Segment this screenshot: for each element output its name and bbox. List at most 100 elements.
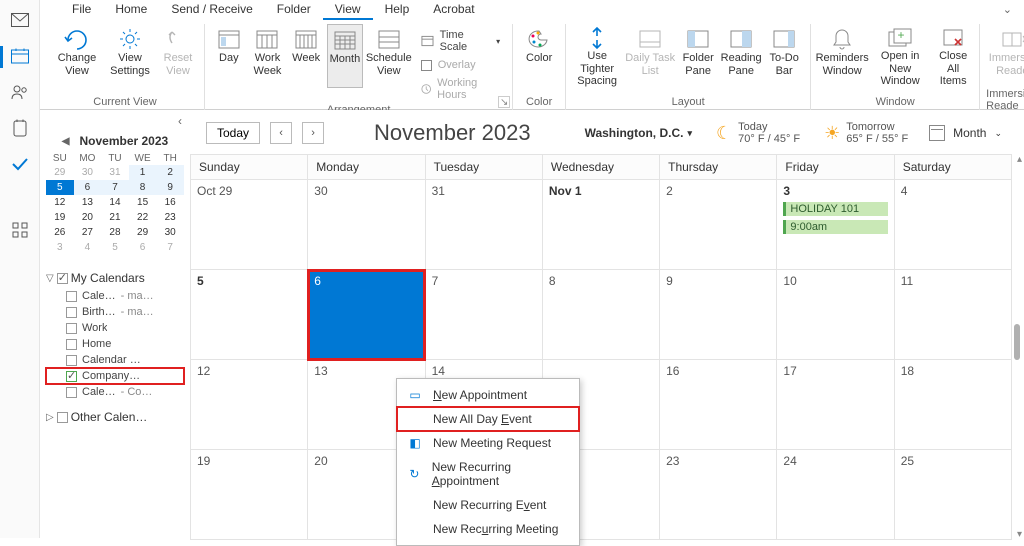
folder-pane-button[interactable]: Folder Pane xyxy=(678,24,718,88)
nav-collapse-icon[interactable]: ‹ xyxy=(178,114,182,128)
menu-acrobat[interactable]: Acrobat xyxy=(421,0,486,20)
day-cell[interactable]: 5 xyxy=(191,270,308,360)
menu-file[interactable]: File xyxy=(60,0,103,20)
next-period-button[interactable]: › xyxy=(302,122,324,144)
close-all-items-button[interactable]: Close All Items xyxy=(933,24,973,88)
month-grid[interactable]: SundayMondayTuesdayWednesdayThursdayFrid… xyxy=(190,154,1012,540)
context-menu-item[interactable]: New All Day Event xyxy=(397,407,579,431)
context-menu-item[interactable]: ↻New Recurring Appointment xyxy=(397,455,579,493)
calendar-list-item[interactable]: Work xyxy=(46,320,184,336)
date-navigator[interactable]: SUMOTUWETH293031125678912131415161920212… xyxy=(46,152,184,255)
mail-icon[interactable] xyxy=(11,12,29,28)
more-apps-icon[interactable] xyxy=(11,222,29,238)
tasks-icon[interactable] xyxy=(11,156,29,172)
menu-home[interactable]: Home xyxy=(103,0,159,20)
day-cell[interactable]: 18 xyxy=(894,360,1011,450)
day-cell[interactable]: 6 xyxy=(308,270,425,360)
context-menu-item[interactable]: ◧New Meeting Request xyxy=(397,431,579,455)
reading-pane-button[interactable]: Reading Pane xyxy=(721,24,761,88)
calendar-view: Today ‹ › November 2023 Washington, D.C.… xyxy=(190,110,1012,538)
today-button[interactable]: Today xyxy=(206,122,260,144)
day-cell[interactable]: 7 xyxy=(425,270,542,360)
date-nav-title: November 2023 xyxy=(79,134,168,148)
open-new-window-button[interactable]: +Open in New Window xyxy=(870,24,930,88)
prev-period-button[interactable]: ‹ xyxy=(270,122,292,144)
context-menu-item[interactable]: New Recurring Meeting xyxy=(397,517,579,541)
day-cell[interactable]: 9 xyxy=(660,270,777,360)
menu-view[interactable]: View xyxy=(323,0,373,20)
todo-bar-button[interactable]: To-Do Bar xyxy=(764,24,804,88)
calendar-list-item[interactable]: Cale… - Co… xyxy=(46,384,184,400)
day-cell[interactable]: 19 xyxy=(191,450,308,540)
day-cell[interactable]: 17 xyxy=(777,360,894,450)
day-cell[interactable]: 10 xyxy=(777,270,894,360)
other-calendars-header[interactable]: ▷Other Calen… xyxy=(46,410,184,424)
calendar-icon[interactable] xyxy=(11,48,29,64)
tighter-spacing-button[interactable]: Use Tighter Spacing xyxy=(572,24,622,88)
calendar-list-item[interactable]: Birth… - ma… xyxy=(46,304,184,320)
group-label-current-view: Current View xyxy=(93,96,156,108)
day-cell[interactable]: 11 xyxy=(894,270,1011,360)
week-button[interactable]: Week xyxy=(288,24,324,88)
moon-icon: ☾ xyxy=(716,123,732,144)
nav-pane: ‹ ◀ November 2023 SUMOTUWETH293031125678… xyxy=(40,110,190,538)
scroll-down-icon[interactable]: ▾ xyxy=(1017,529,1022,540)
daily-task-list-button: Daily Task List xyxy=(625,24,675,88)
context-menu-item[interactable]: ▭New Appointment xyxy=(397,383,579,407)
calendar-list-item[interactable]: Cale… - ma… xyxy=(46,288,184,304)
day-cell[interactable]: 16 xyxy=(660,360,777,450)
day-cell[interactable]: Nov 1 xyxy=(542,180,659,270)
menu-sendreceive[interactable]: Send / Receive xyxy=(159,0,264,20)
menu-folder[interactable]: Folder xyxy=(265,0,323,20)
calendar-list-item[interactable]: Home xyxy=(46,336,184,352)
day-cell[interactable]: 25 xyxy=(894,450,1011,540)
day-cell[interactable]: 31 xyxy=(425,180,542,270)
calendar-list-item[interactable]: Company… xyxy=(46,368,184,384)
view-switcher[interactable]: Month⌄ xyxy=(929,125,1002,141)
day-cell[interactable]: 30 xyxy=(308,180,425,270)
reset-view-button: Reset View xyxy=(158,24,198,88)
day-cell[interactable]: 2 xyxy=(660,180,777,270)
immersive-reader-button: Immersive Reader xyxy=(986,24,1024,88)
color-button[interactable]: Color xyxy=(519,24,559,88)
reminders-window-button[interactable]: Reminders Window xyxy=(817,24,867,88)
scrollbar-thumb[interactable] xyxy=(1014,324,1020,360)
scroll-up-icon[interactable]: ▴ xyxy=(1017,154,1022,165)
menu-help[interactable]: Help xyxy=(373,0,422,20)
ribbon-collapse-icon[interactable]: ⌄ xyxy=(1003,0,1012,20)
calendar-event[interactable]: HOLIDAY 101 xyxy=(783,202,887,216)
day-cell[interactable]: 24 xyxy=(777,450,894,540)
work-week-button[interactable]: Work Week xyxy=(250,24,286,88)
month-button[interactable]: Month xyxy=(327,24,363,88)
schedule-view-button[interactable]: Schedule View xyxy=(366,24,412,88)
calendar-list-item[interactable]: Calendar (T… xyxy=(46,352,184,368)
day-cell[interactable]: 23 xyxy=(660,450,777,540)
day-cell[interactable]: 4 xyxy=(894,180,1011,270)
group-label-immersive: Immersive Reade xyxy=(986,88,1024,112)
weather-location[interactable]: Washington, D.C.▾ xyxy=(585,126,692,140)
svg-text:+: + xyxy=(898,28,905,42)
day-cell[interactable]: Oct 29 xyxy=(191,180,308,270)
context-menu-item[interactable]: New Recurring Event xyxy=(397,493,579,517)
arrangement-dialog-launcher[interactable]: ↘ xyxy=(498,96,510,108)
change-view-button[interactable]: Change View xyxy=(52,24,102,88)
calendar-title: November 2023 xyxy=(374,120,531,146)
overlay-button[interactable]: Overlay xyxy=(415,56,506,74)
day-cell[interactable]: 12 xyxy=(191,360,308,450)
date-nav-prev[interactable]: ◀ xyxy=(62,136,70,147)
group-label-color: Color xyxy=(526,96,552,108)
working-hours-button[interactable]: Working Hours xyxy=(415,74,506,104)
notes-icon[interactable] xyxy=(11,120,29,136)
calendar-event[interactable]: 9:00am xyxy=(783,220,887,234)
view-settings-button[interactable]: View Settings xyxy=(105,24,155,88)
day-cell[interactable]: 8 xyxy=(542,270,659,360)
menu-bar: File Home Send / Receive Folder View Hel… xyxy=(40,0,1024,20)
day-cell[interactable]: 3HOLIDAY 1019:00am xyxy=(777,180,894,270)
ribbon: Change View View Settings Reset View Cur… xyxy=(40,20,1024,110)
time-scale-button[interactable]: Time Scale▾ xyxy=(415,26,506,56)
people-icon[interactable] xyxy=(11,84,29,100)
left-rail xyxy=(0,0,40,538)
context-menu: ▭New AppointmentNew All Day Event◧New Me… xyxy=(396,378,580,546)
my-calendars-header[interactable]: ▽My Calendars xyxy=(46,271,184,285)
day-button[interactable]: Day xyxy=(211,24,247,88)
